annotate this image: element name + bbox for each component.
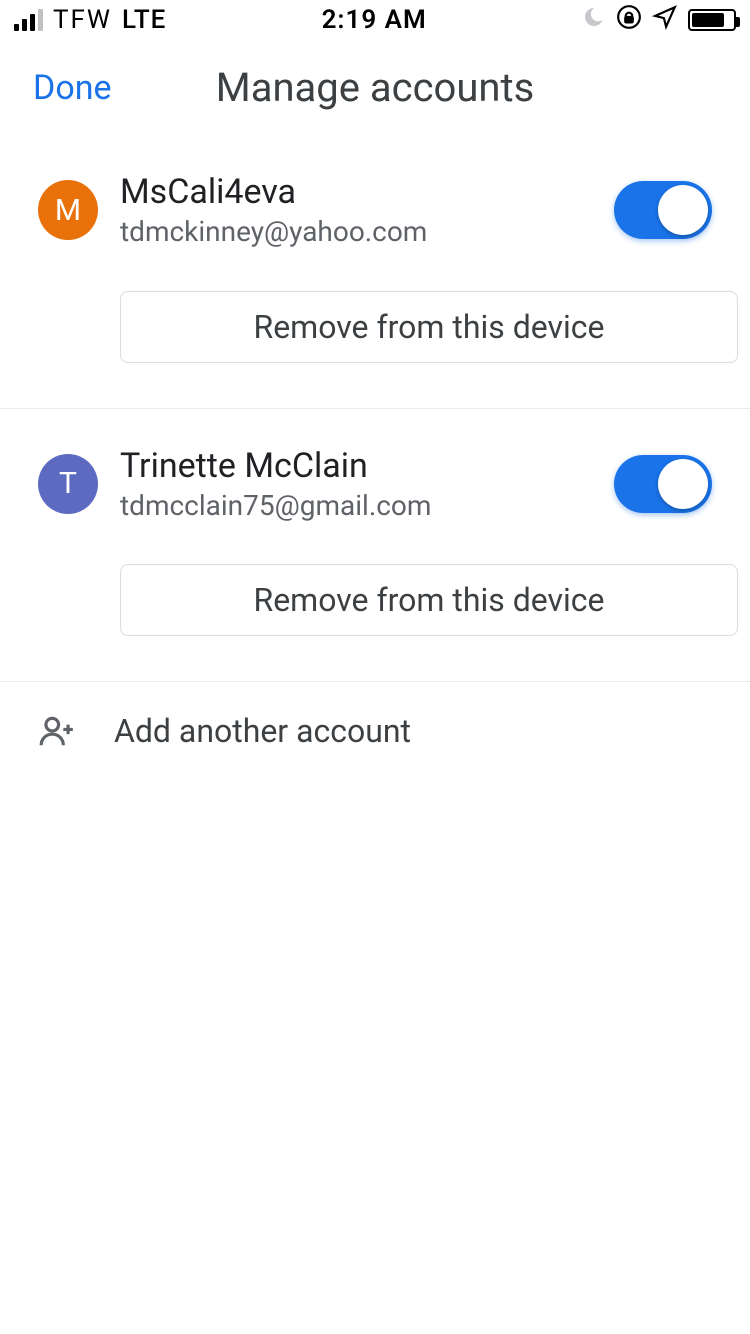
page-title: Manage accounts	[216, 64, 534, 111]
account-header: T Trinette McClain tdmcclain75@gmail.com	[38, 444, 712, 525]
add-user-icon	[38, 712, 76, 750]
account-header: M MsCali4eva tdmckinney@yahoo.com	[38, 170, 712, 251]
status-right	[582, 4, 736, 37]
account-text: MsCali4eva tdmckinney@yahoo.com	[120, 170, 614, 251]
add-account-row[interactable]: Add another account	[0, 682, 750, 780]
account-text: Trinette McClain tdmcclain75@gmail.com	[120, 444, 614, 525]
location-icon	[652, 4, 678, 37]
done-button[interactable]: Done	[33, 68, 112, 108]
account-item: T Trinette McClain tdmcclain75@gmail.com…	[0, 409, 750, 683]
status-left: TFW LTE	[14, 5, 166, 35]
orientation-lock-icon	[616, 4, 642, 37]
account-email: tdmckinney@yahoo.com	[120, 214, 614, 250]
remove-account-button[interactable]: Remove from this device	[120, 291, 738, 363]
account-email: tdmcclain75@gmail.com	[120, 488, 614, 524]
account-name: Trinette McClain	[120, 444, 614, 488]
account-toggle[interactable]	[614, 181, 712, 239]
status-bar: TFW LTE 2:19 AM	[0, 0, 750, 40]
avatar: M	[38, 180, 98, 240]
nav-header: Done Manage accounts	[0, 40, 750, 135]
account-name: MsCali4eva	[120, 170, 614, 214]
do-not-disturb-icon	[582, 5, 606, 35]
account-item: M MsCali4eva tdmckinney@yahoo.com Remove…	[0, 135, 750, 409]
carrier-label: TFW	[53, 5, 112, 35]
avatar: T	[38, 454, 98, 514]
network-label: LTE	[122, 5, 166, 35]
battery-icon	[688, 9, 736, 31]
add-account-label: Add another account	[114, 712, 411, 750]
account-toggle[interactable]	[614, 455, 712, 513]
remove-account-button[interactable]: Remove from this device	[120, 564, 738, 636]
status-time: 2:19 AM	[322, 5, 427, 35]
signal-strength-icon	[14, 9, 43, 31]
